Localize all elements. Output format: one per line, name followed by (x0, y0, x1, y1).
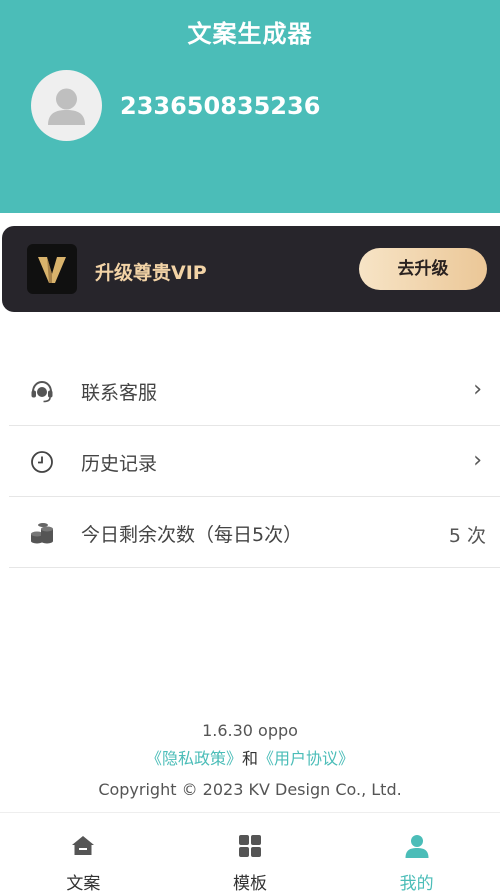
user-avatar-icon (48, 88, 85, 125)
tab-templates[interactable]: 模板 (167, 813, 334, 891)
tab-copywriting[interactable]: 文案 (0, 813, 167, 891)
profile-header: 文案生成器 233650835236 (0, 0, 500, 213)
avatar[interactable] (31, 70, 102, 141)
policy-links: 《隐私政策》和《用户协议》 (0, 744, 500, 774)
app-info: 1.6.30 oppo 《隐私政策》和《用户协议》 Copyright © 20… (0, 718, 500, 806)
menu-item-label: 今日剩余次数（每日5次） (81, 524, 303, 546)
vip-logo (27, 244, 77, 294)
menu-item-remaining-count: 今日剩余次数（每日5次） 5 次 (9, 497, 500, 568)
link-conjunction: 和 (241, 749, 258, 768)
upgrade-button[interactable]: 去升级 (359, 248, 487, 290)
settings-menu: 联系客服 › 历史记录 › 今日剩余次数（每日5次） 5 次 (9, 355, 500, 568)
vip-banner: 升级尊贵VIP 去升级 (2, 226, 500, 312)
page-title: 文案生成器 (187, 20, 313, 48)
remaining-count-value: 5 次 (448, 525, 486, 547)
chevron-right-icon: › (473, 448, 482, 473)
coins-icon (31, 523, 53, 544)
menu-item-label: 联系客服 (81, 382, 158, 404)
menu-item-label: 历史记录 (81, 453, 158, 475)
tab-mine[interactable]: 我的 (333, 813, 500, 891)
tab-label: 我的 (399, 874, 434, 891)
privacy-policy-link[interactable]: 《隐私政策》 (146, 749, 242, 768)
tab-label: 模板 (233, 874, 267, 891)
bottom-tab-bar: 文案 模板 我的 (0, 812, 500, 891)
vip-text: 升级尊贵VIP (95, 262, 207, 284)
user-agreement-link[interactable]: 《用户协议》 (258, 749, 354, 768)
version-text: 1.6.30 oppo (202, 721, 298, 740)
headset-icon (31, 380, 53, 403)
user-icon (405, 835, 429, 858)
user-id: 233650835236 (120, 92, 321, 120)
clock-icon (31, 451, 53, 473)
menu-item-customer-service[interactable]: 联系客服 › (9, 355, 500, 426)
menu-item-history[interactable]: 历史记录 › (9, 426, 500, 497)
vip-v-icon (38, 257, 66, 283)
grid-icon (239, 835, 261, 857)
chevron-right-icon: › (473, 377, 482, 402)
copyright-text: Copyright © 2023 KV Design Co., Ltd. (98, 780, 402, 799)
home-icon (72, 836, 95, 855)
tab-label: 文案 (66, 874, 101, 891)
